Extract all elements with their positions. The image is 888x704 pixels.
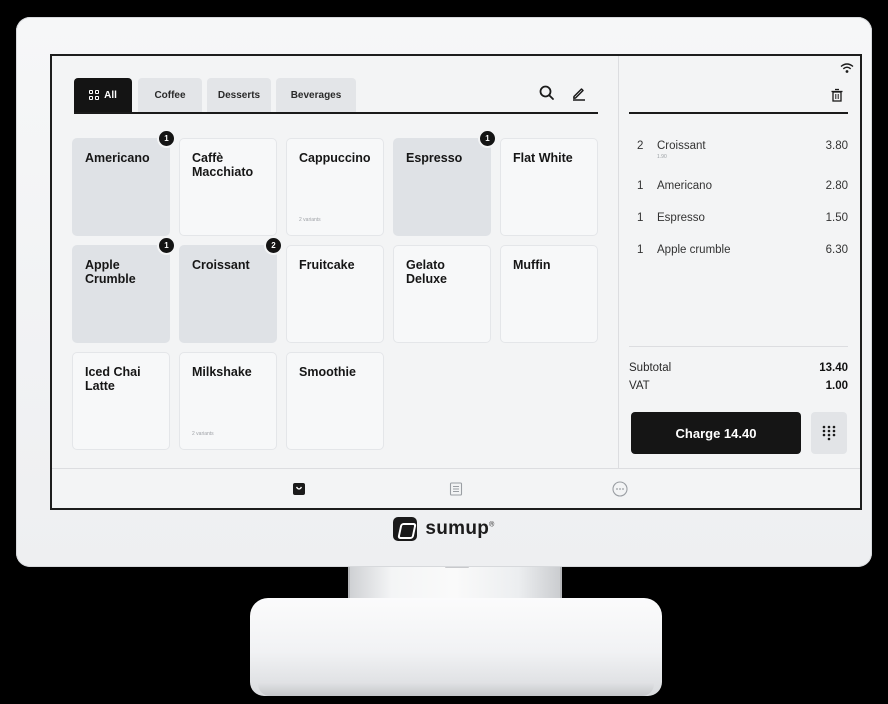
subtotal-row: Subtotal 13.40	[629, 362, 848, 374]
wifi-icon	[840, 63, 854, 73]
summary-divider	[629, 346, 848, 347]
tab-label: Desserts	[217, 89, 261, 101]
quantity-badge: 1	[157, 129, 176, 148]
vat-value: 1.00	[825, 380, 848, 392]
nav-transactions[interactable]	[445, 478, 467, 500]
subtotal-label: Subtotal	[629, 362, 672, 374]
product-tile[interactable]: Caffè Macchiato	[179, 138, 277, 236]
product-name: Americano	[85, 151, 150, 165]
category-tabs: All Coffee Desserts Beverages	[74, 78, 598, 114]
vat-row: VAT 1.00	[629, 380, 848, 392]
cart-item-name: Espresso	[657, 212, 705, 224]
trash-icon[interactable]	[830, 88, 844, 102]
product-tile[interactable]: Smoothie	[286, 352, 384, 450]
product-name: Muffin	[513, 258, 551, 272]
product-tile[interactable]: Espresso 1	[393, 129, 497, 236]
cart-item-price: 2.80	[825, 180, 848, 192]
product-tile[interactable]: Muffin	[500, 245, 598, 343]
vat-label: VAT	[629, 380, 650, 392]
cart-item-name: Croissant	[657, 140, 706, 152]
product-tile[interactable]: Cappuccino 2 variants	[286, 138, 384, 236]
pencil-icon[interactable]	[570, 84, 588, 102]
nav-checkout[interactable]	[288, 478, 310, 500]
tab-coffee[interactable]: Coffee	[138, 78, 202, 112]
nav-more[interactable]	[609, 478, 631, 500]
product-tile[interactable]: Fruitcake	[286, 245, 384, 343]
product-name: Apple Crumble	[85, 258, 136, 286]
tab-label: All	[104, 89, 117, 101]
quantity-badge: 2	[264, 236, 283, 255]
product-variants: 2 variants	[299, 217, 321, 223]
cart-items: 2 Croissant 1.90 3.80 1 Americano 2.80 1…	[633, 138, 848, 274]
monitor-stand-base	[250, 598, 662, 696]
product-name: Flat White	[513, 151, 573, 165]
product-tile[interactable]: Flat White	[500, 138, 598, 236]
product-name: Cappuccino	[299, 151, 371, 165]
product-name: Gelato Deluxe	[406, 258, 447, 286]
keypad-icon	[822, 425, 836, 441]
cart-item[interactable]: 1 Americano 2.80	[633, 178, 848, 210]
search-icon[interactable]	[538, 84, 556, 102]
tab-beverages[interactable]: Beverages	[276, 78, 356, 112]
pos-screen: All Coffee Desserts Beverages Americano 1…	[50, 54, 862, 510]
grid-icon	[89, 90, 100, 100]
cart-item[interactable]: 1 Apple crumble 6.30	[633, 242, 848, 274]
product-name: Caffè Macchiato	[192, 151, 254, 179]
quantity-badge: 1	[157, 236, 176, 255]
cart-item-name: Americano	[657, 180, 712, 192]
product-name: Milkshake	[192, 365, 252, 379]
product-name: Fruitcake	[299, 258, 355, 272]
tab-label: Coffee	[154, 89, 186, 101]
keypad-button[interactable]	[811, 412, 847, 454]
cart-item-unit-price: 1.90	[657, 154, 667, 160]
tab-desserts[interactable]: Desserts	[207, 78, 271, 112]
tab-all[interactable]: All	[74, 78, 132, 112]
subtotal-value: 13.40	[819, 362, 848, 374]
product-tile[interactable]: Croissant 2	[179, 236, 283, 343]
cart-item[interactable]: 2 Croissant 1.90 3.80	[633, 138, 848, 178]
brand-logo: sumup®	[16, 517, 872, 541]
charge-button[interactable]: Charge 14.40	[631, 412, 801, 454]
product-name: Espresso	[406, 151, 463, 165]
quantity-badge: 1	[478, 129, 497, 148]
bottom-navigation	[52, 468, 860, 508]
brand-name: sumup®	[425, 518, 495, 539]
product-tile[interactable]: Iced Chai Latte	[72, 352, 170, 450]
product-tile[interactable]: Americano 1	[72, 129, 176, 236]
product-tile[interactable]: Milkshake 2 variants	[179, 352, 277, 450]
cart-item-qty: 2	[637, 140, 644, 152]
product-name: Croissant	[192, 258, 250, 272]
cart-item-price: 1.50	[825, 212, 848, 224]
cart-item-price: 6.30	[825, 244, 848, 256]
cart-pane: 2 Croissant 1.90 3.80 1 Americano 2.80 1…	[618, 56, 860, 468]
cart-item-qty: 1	[637, 180, 644, 192]
cart-item-name: Apple crumble	[657, 244, 731, 256]
receipt-icon	[449, 482, 463, 496]
bag-icon	[293, 483, 305, 495]
product-name: Smoothie	[299, 365, 356, 379]
product-variants: 2 variants	[192, 431, 214, 437]
sumup-logo-icon	[393, 517, 418, 541]
product-pane: All Coffee Desserts Beverages Americano 1…	[52, 56, 618, 468]
cart-item-qty: 1	[637, 244, 644, 256]
cart-item-price: 3.80	[825, 140, 848, 152]
more-icon	[612, 481, 628, 497]
cart-item-qty: 1	[637, 212, 644, 224]
product-tile[interactable]: Gelato Deluxe	[393, 245, 491, 343]
product-tile[interactable]: Apple Crumble 1	[72, 236, 176, 343]
cart-item[interactable]: 1 Espresso 1.50	[633, 210, 848, 242]
tab-label: Beverages	[290, 89, 342, 101]
cart-header-divider	[629, 112, 848, 114]
product-name: Iced Chai Latte	[85, 365, 141, 393]
